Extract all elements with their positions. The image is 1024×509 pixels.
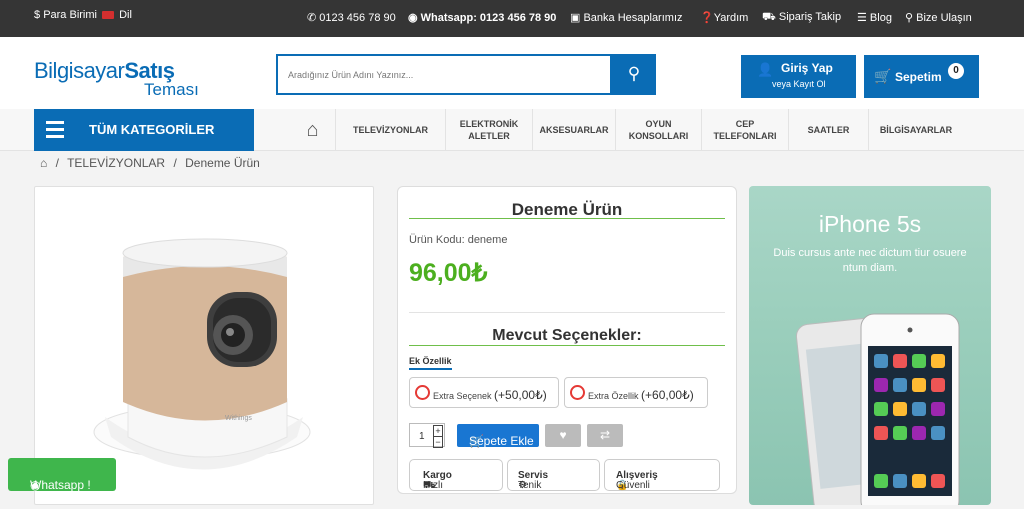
currency-icon: $ <box>34 9 41 21</box>
heart-icon: ♥ <box>559 428 567 442</box>
option-extra-ozellik[interactable]: Extra Özellik (+60,00₺) <box>564 377 708 408</box>
nav-item-cep-telefonlari[interactable]: CEP TELEFONLARI <box>702 109 789 151</box>
search-button[interactable]: ⚲ <box>612 54 656 95</box>
option-extra-secenek[interactable]: Extra Seçenek (+50,00₺) <box>409 377 559 408</box>
currency-selector[interactable]: $ Para Birimi Dil <box>34 9 132 21</box>
tech-service-badge: ⚙ Tenik Servis <box>507 459 600 491</box>
cart-button[interactable]: 🛒 Sepetim 0 <box>864 55 979 98</box>
product-price: 96,00₺ <box>409 259 488 287</box>
logo-subtitle: Teması <box>144 80 199 99</box>
brand-watermark: Withings <box>225 415 252 422</box>
home-icon[interactable]: ⌂ <box>40 156 47 170</box>
divider <box>409 312 725 313</box>
order-tracking-link[interactable]: ⛟ Sipariş Takip <box>762 11 841 25</box>
extra-feature-label: Ek Özellik <box>409 356 452 370</box>
title-underline <box>409 218 725 219</box>
cart-count-badge: 0 <box>948 63 964 79</box>
breadcrumb-category[interactable]: TELEVİZYONLAR <box>67 156 165 170</box>
nav-item-elektronik-aletler[interactable]: ELEKTRONİK ALETLER <box>446 109 533 151</box>
bank-accounts-link[interactable]: ▣ Banka Hesaplarımız <box>570 11 683 24</box>
turkish-flag-icon <box>102 11 115 20</box>
radio-icon <box>415 385 430 400</box>
add-to-cart-button[interactable]: 🛒 Sepete Ekle <box>457 424 539 448</box>
nav-item-saatler[interactable]: SAATLER <box>789 109 869 151</box>
favorite-button[interactable]: ♥ <box>545 424 581 447</box>
options-title: Mevcut Seçenekler: <box>492 327 642 344</box>
product-code: Ürün Kodu: deneme <box>409 234 508 246</box>
phone-link[interactable]: ✆ 0123 456 78 90 <box>307 11 396 24</box>
help-link[interactable]: ❓Yardım <box>700 11 748 24</box>
quantity-value[interactable]: 1 <box>419 431 425 442</box>
breadcrumb-product: Deneme Ürün <box>185 156 260 170</box>
all-categories-button[interactable]: TÜM KATEGORİLER <box>34 109 254 151</box>
login-button[interactable]: 👤 Giriş Yap veya Kayıt Ol <box>741 55 856 98</box>
nav-item-oyun-konsollari[interactable]: OYUN KONSOLLARI <box>616 109 702 151</box>
radio-icon <box>570 385 585 400</box>
hamburger-icon <box>46 121 64 142</box>
options-underline <box>409 345 725 346</box>
contact-link[interactable]: ⚲ Bize Ulaşın <box>905 11 972 24</box>
user-icon: 👤 <box>757 62 774 77</box>
search-icon: ⚲ <box>627 64 641 83</box>
nav-item-aksesuarlar[interactable]: AKSESUARLAR <box>533 109 616 151</box>
fast-shipping-badge: ⛟ Hızlı Kargo <box>409 459 503 491</box>
compare-icon: ⇄ <box>599 428 611 442</box>
compare-button[interactable]: ⇄ <box>587 424 623 447</box>
product-title: Deneme Ürün <box>511 200 623 219</box>
whatsapp-link[interactable]: ◉ Whatsapp: 0123 456 78 90 <box>408 11 556 24</box>
nav-item-televizyonlar[interactable]: TELEVİZYONLAR <box>336 109 446 151</box>
top-bar: $ Para Birimi Dil ✆ 0123 456 78 90 ◉ Wha… <box>0 0 1024 37</box>
cart-icon: 🛒 <box>874 68 892 84</box>
banner-title: iPhone 5s <box>818 211 922 237</box>
secure-shopping-badge: 🔒 Güvenli Alışveriş <box>604 459 720 491</box>
banner-subtitle: Duis cursus ante nec dictum tiur osuere … <box>773 247 967 274</box>
home-icon[interactable]: ⌂ <box>290 109 336 151</box>
breadcrumb: ⌂ / TELEVİZYONLAR / Deneme Ürün <box>40 156 260 170</box>
quantity-stepper[interactable]: 1 + − <box>409 423 445 448</box>
whatsapp-button[interactable]: ◉ Whatsapp ! <box>8 458 116 492</box>
minus-icon[interactable]: − <box>433 436 443 448</box>
search-input[interactable]: Aradığınız Ürün Adını Yazınız... <box>276 54 612 95</box>
blog-link[interactable]: ☰ Blog <box>857 11 892 24</box>
nav-item-bilgisayarlar[interactable]: BİLGİSAYARLAR <box>869 109 963 151</box>
